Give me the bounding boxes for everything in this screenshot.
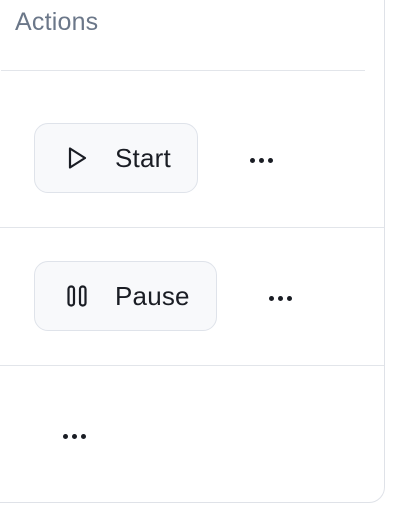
more-horizontal-icon xyxy=(268,295,274,301)
pause-button-label: Pause xyxy=(115,280,190,311)
more-horizontal-icon xyxy=(62,433,68,439)
row-more-button[interactable] xyxy=(260,283,300,313)
table-header: Actions xyxy=(1,1,365,71)
table-row xyxy=(0,366,384,504)
start-button[interactable]: Start xyxy=(34,123,198,193)
pause-icon xyxy=(67,285,87,307)
more-horizontal-icon xyxy=(249,157,255,163)
start-button-label: Start xyxy=(115,142,171,173)
actions-column-header: Actions xyxy=(15,8,99,36)
play-icon xyxy=(68,147,87,169)
pause-button[interactable]: Pause xyxy=(34,261,217,331)
table-row: Pause xyxy=(0,228,384,366)
row-more-button[interactable] xyxy=(54,421,94,451)
table-row: Start xyxy=(0,90,384,228)
row-more-button[interactable] xyxy=(241,145,281,175)
